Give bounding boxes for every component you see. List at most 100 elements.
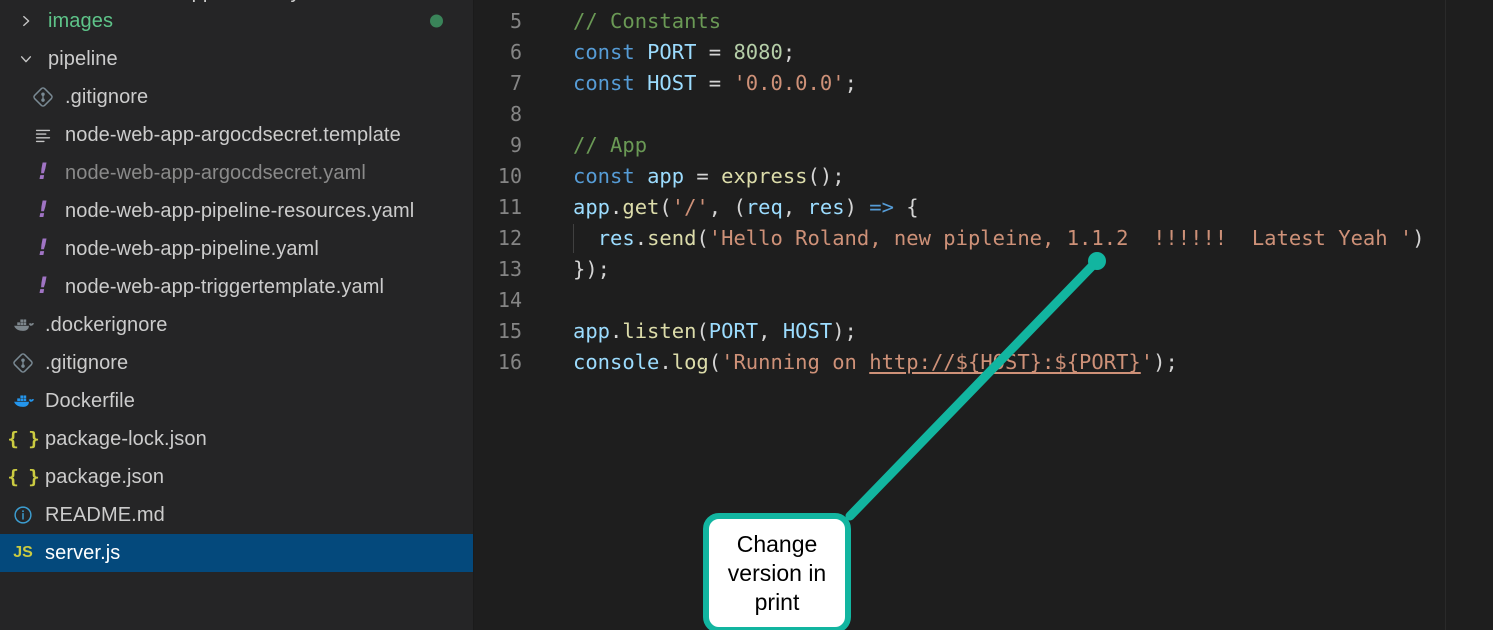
list-item-label: README.md <box>45 503 165 526</box>
list-item[interactable]: .gitignore <box>0 78 473 116</box>
list-item-label: images <box>48 9 114 32</box>
code-token-punct: . <box>610 195 623 219</box>
code-token-comment: // App <box>573 133 648 157</box>
url-link[interactable]: http://${HOST}:${PORT} <box>869 350 1141 374</box>
list-item[interactable]: ! node-web-app-pipeline-resources.yaml <box>0 192 473 230</box>
code-token-variable: app <box>647 164 685 188</box>
file-explorer-sidebar[interactable]: ! node-web-app-service.yaml images pipel… <box>0 0 474 630</box>
sidebar-item-images[interactable]: images <box>0 2 473 40</box>
sidebar-item-dockerfile[interactable]: Dockerfile <box>0 382 473 420</box>
vscode-window: ! node-web-app-service.yaml images pipel… <box>0 0 1493 630</box>
code-token-punct: }); <box>573 257 611 281</box>
code-line: 14 <box>474 285 1493 316</box>
json-braces-icon: { } <box>7 428 39 450</box>
line-number: 13 <box>497 257 522 281</box>
list-item[interactable]: { } package-lock.json <box>0 420 473 458</box>
list-item[interactable]: { } package.json <box>0 458 473 496</box>
sidebar-item-server-js[interactable]: JS server.js <box>0 534 473 572</box>
line-number: 16 <box>497 350 522 374</box>
code-token-operator: = <box>684 164 722 188</box>
code-token-punct: ) <box>1412 226 1425 250</box>
list-item[interactable]: .dockerignore <box>0 306 473 344</box>
list-item-label: .gitignore <box>45 351 129 374</box>
code-token-punct: . <box>634 226 648 250</box>
code-content[interactable]: 5 // Constants 6 const PORT = 8080; 7 co… <box>474 0 1493 378</box>
line-number: 8 <box>509 102 522 126</box>
code-line: 11 app.get('/', (req, res) => { <box>474 192 1493 223</box>
code-token-object: console <box>573 350 660 374</box>
chevron-down-icon[interactable] <box>12 52 40 66</box>
code-token-param: req <box>745 195 783 219</box>
list-item[interactable]: README.md <box>0 496 473 534</box>
list-item[interactable]: ! node-web-app-triggertemplate.yaml <box>0 268 473 306</box>
list-item[interactable]: node-web-app-argocdsecret.template <box>0 116 473 154</box>
list-item[interactable]: ! node-web-app-argocdsecret.yaml <box>0 154 473 192</box>
code-token-operator: = <box>696 40 734 64</box>
code-line: 7 const HOST = '0.0.0.0'; <box>474 68 1493 99</box>
code-token-punct: ; <box>782 40 796 64</box>
code-token-punct: . <box>610 319 623 343</box>
code-token-punct: ); <box>1153 350 1178 374</box>
indent-guide <box>573 224 574 253</box>
list-item-label: node-web-app-argocdsecret.template <box>65 123 401 146</box>
chevron-right-icon[interactable] <box>12 14 40 28</box>
list-item-label: package-lock.json <box>45 427 207 450</box>
sidebar-item-pipeline[interactable]: pipeline <box>0 40 473 78</box>
code-token-string: 'Hello Roland, new pipleine, 1.1.2 !!!!!… <box>708 226 1413 250</box>
code-line: 10 const app = express(); <box>474 161 1493 192</box>
git-icon <box>28 86 58 108</box>
code-token-keyword: const <box>573 164 635 188</box>
code-token-punct: , ( <box>708 195 746 219</box>
git-status-dot <box>430 14 443 28</box>
code-token-param: res <box>807 195 845 219</box>
code-token-function: log <box>671 350 709 374</box>
code-line: 8 <box>474 99 1493 130</box>
list-item-label: node-web-app-triggertemplate.yaml <box>65 275 385 298</box>
line-number: 7 <box>509 71 522 95</box>
code-line: 5 // Constants <box>474 6 1493 37</box>
code-line: 15 app.listen(PORT, HOST); <box>474 316 1493 347</box>
line-number: 12 <box>497 226 522 250</box>
yaml-bang-icon: ! <box>37 198 49 223</box>
code-line: 9 // App <box>474 130 1493 161</box>
code-token-variable: HOST <box>647 71 697 95</box>
code-token-object: app <box>573 319 611 343</box>
list-item-label: node-web-app-pipeline-resources.yaml <box>65 199 415 222</box>
list-item-label: package.json <box>45 465 165 488</box>
yaml-bang-icon: ! <box>37 274 49 299</box>
code-token-string: '/' <box>671 195 709 219</box>
line-number: 9 <box>509 133 522 157</box>
info-circle-icon <box>8 504 38 526</box>
code-token-punct: ; <box>844 71 857 95</box>
code-line: 6 const PORT = 8080; <box>474 37 1493 68</box>
code-token-punct: ( <box>696 226 709 250</box>
code-line: 12 res.send('Hello Roland, new pipleine,… <box>474 223 1493 254</box>
line-number: 6 <box>509 40 522 64</box>
line-number: 11 <box>497 195 522 219</box>
code-token-variable: PORT <box>647 40 697 64</box>
docker-blue-icon <box>8 389 38 414</box>
code-token-punct: , <box>758 319 783 343</box>
code-token-object: app <box>573 195 611 219</box>
code-token-punct: (); <box>807 164 845 188</box>
code-token-object: res <box>597 226 635 250</box>
code-token-arrow: => <box>869 195 894 219</box>
list-item[interactable]: .gitignore <box>0 344 473 382</box>
list-item-label: node-web-app-argocdsecret.yaml <box>65 161 366 184</box>
list-item-label: .dockerignore <box>45 313 168 336</box>
line-number: 10 <box>497 164 522 188</box>
yaml-bang-icon: ! <box>37 160 49 185</box>
docker-grey-icon <box>8 313 38 338</box>
list-item[interactable]: ! node-web-app-pipeline.yaml <box>0 230 473 268</box>
code-token-string: ' <box>1140 350 1154 374</box>
list-item-label: .gitignore <box>65 85 149 108</box>
js-icon: JS <box>13 544 33 561</box>
code-token-punct: ( <box>708 350 722 374</box>
list-item-label: server.js <box>45 541 121 564</box>
text-lines-icon <box>28 124 58 146</box>
annotation-callout-text: Change version in print <box>727 530 827 615</box>
code-token-string: '0.0.0.0' <box>733 71 845 95</box>
code-token-comment: // Constants <box>573 9 722 33</box>
list-item-label: Dockerfile <box>45 389 135 412</box>
code-editor[interactable]: 5 // Constants 6 const PORT = 8080; 7 co… <box>474 0 1493 630</box>
